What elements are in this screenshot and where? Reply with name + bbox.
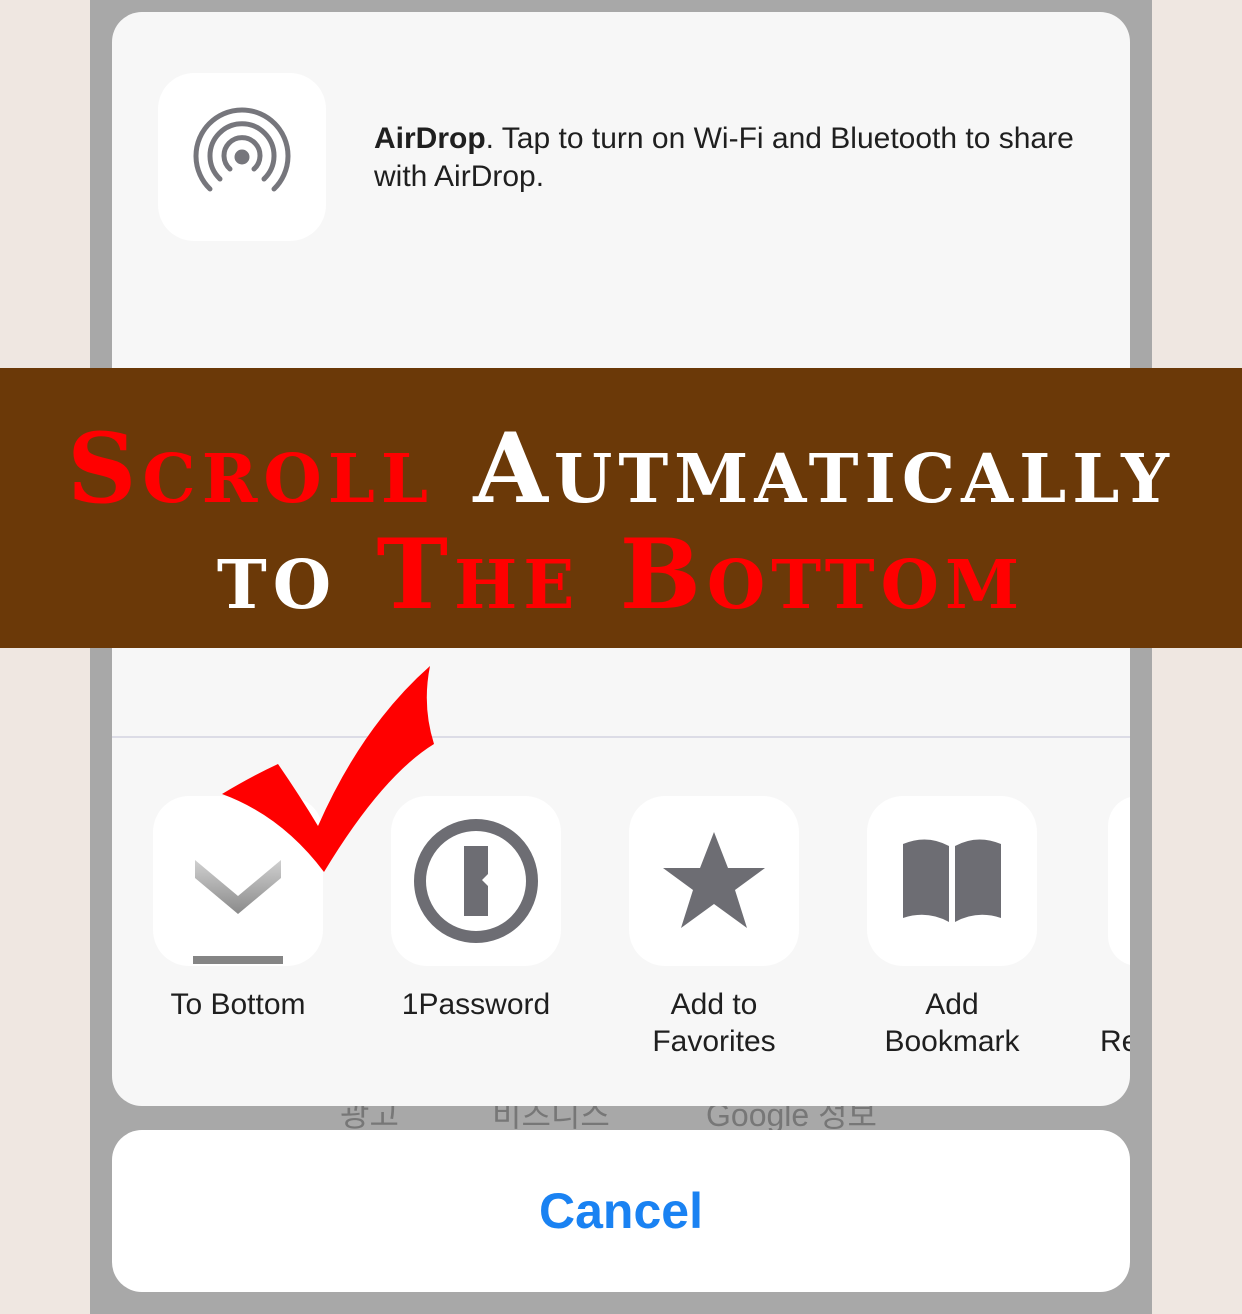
- action-add-to-favorites[interactable]: Add to Favorites: [594, 796, 834, 1060]
- red-checkmark-icon: [222, 666, 434, 872]
- title-banner: Scroll Autmatically to The Bottom: [0, 368, 1242, 648]
- favorites-tile[interactable]: [629, 796, 799, 966]
- cancel-button[interactable]: Cancel: [112, 1130, 1130, 1292]
- banner-word-the-bottom: The Bottom: [376, 518, 1026, 631]
- book-icon: [903, 839, 1001, 922]
- banner-line-2: to The Bottom: [0, 520, 1242, 630]
- favorites-label: Add to Favorites: [652, 988, 776, 1058]
- screenshot-page: 광고 비즈니스 Google 정보 AirDrop. Tap to turn o…: [0, 0, 1242, 1314]
- to-bottom-label: To Bottom: [170, 988, 306, 1021]
- bookmark-label: Add Bookmark: [884, 988, 1020, 1058]
- airdrop-description: AirDrop. Tap to turn on Wi-Fi and Blueto…: [374, 120, 1094, 196]
- airdrop-button[interactable]: [158, 73, 326, 241]
- banner-word-scroll: Scroll: [67, 412, 434, 525]
- 1password-label: 1Password: [401, 988, 551, 1021]
- action-partial[interactable]: Re: [1070, 796, 1130, 1060]
- star-icon: [663, 832, 765, 928]
- bookmark-tile[interactable]: [867, 796, 1037, 966]
- airdrop-title: AirDrop: [374, 122, 486, 155]
- action-add-bookmark[interactable]: Add Bookmark: [832, 796, 1072, 1060]
- banner-line-1: Scroll Autmatically: [0, 414, 1242, 524]
- banner-word-automatically: Autmatically: [473, 412, 1175, 525]
- airdrop-icon: [193, 107, 291, 192]
- banner-word-to: to: [216, 518, 338, 631]
- partial-label: Re: [1100, 1025, 1130, 1058]
- partial-tile[interactable]: [1108, 796, 1130, 966]
